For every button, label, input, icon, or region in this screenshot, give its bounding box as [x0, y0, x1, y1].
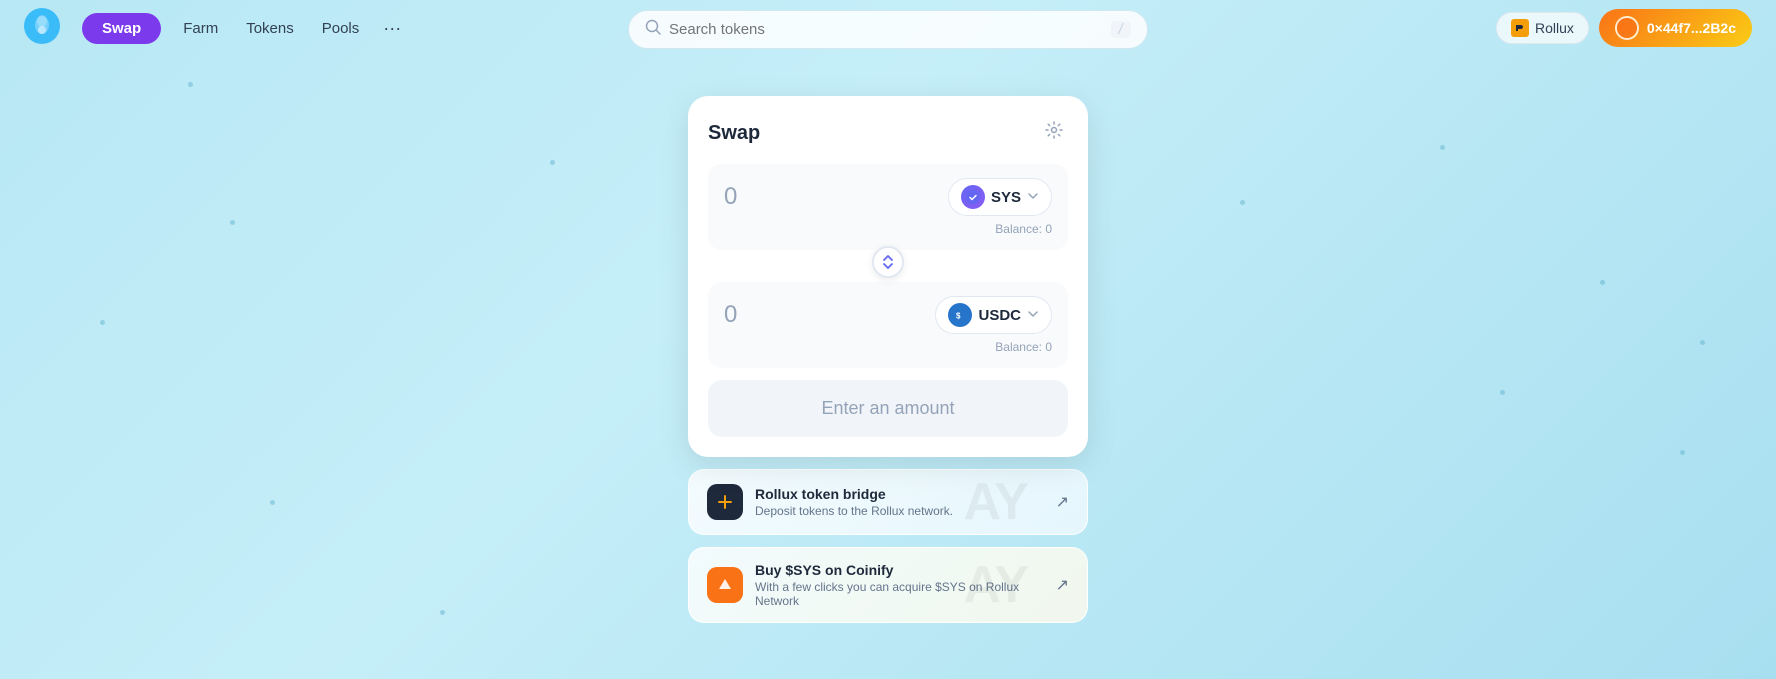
- search-bar: /: [628, 10, 1148, 49]
- swap-direction-button[interactable]: [872, 246, 904, 278]
- more-nav-button[interactable]: ···: [373, 11, 411, 46]
- from-token-label: SYS: [991, 189, 1021, 206]
- swap-card-header: Swap: [708, 116, 1068, 150]
- search-icon: [645, 19, 661, 40]
- rollux-network-label: Rollux: [1535, 20, 1574, 36]
- to-token-box: 0 $ USDC B: [708, 282, 1068, 368]
- from-balance: Balance: 0: [724, 222, 1052, 236]
- bridge-card-arrow-icon: ↗: [1056, 492, 1069, 512]
- search-slash: /: [1111, 21, 1131, 38]
- from-token-chevron-icon: [1027, 189, 1039, 205]
- usdc-token-icon: $: [948, 303, 972, 327]
- bridge-card-left: Rollux token bridge Deposit tokens to th…: [707, 484, 953, 520]
- coinify-info-card[interactable]: AY Buy $SYS on Coinify With a few clicks…: [688, 547, 1088, 623]
- bridge-card-text: Rollux token bridge Deposit tokens to th…: [755, 486, 953, 518]
- wallet-avatar: [1615, 16, 1639, 40]
- tokens-nav-link[interactable]: Tokens: [232, 13, 308, 44]
- to-token-chevron-icon: [1027, 307, 1039, 323]
- wallet-address-label: 0×44f7...2B2c: [1647, 20, 1736, 36]
- from-token-selector[interactable]: SYS: [948, 178, 1052, 216]
- logo[interactable]: [24, 8, 72, 49]
- svg-text:$: $: [956, 312, 961, 321]
- bridge-card-icon: [707, 484, 743, 520]
- bridge-card-title: Rollux token bridge: [755, 486, 953, 502]
- nav-right: Rollux 0×44f7...2B2c: [1496, 9, 1752, 47]
- bridge-info-card[interactable]: AY Rollux token bridge Deposit tokens to…: [688, 469, 1088, 535]
- to-token-selector[interactable]: $ USDC: [935, 296, 1052, 334]
- search-input[interactable]: [669, 21, 1103, 38]
- wallet-button[interactable]: 0×44f7...2B2c: [1599, 9, 1752, 47]
- search-container: /: [628, 10, 1148, 49]
- sys-token-icon: [961, 185, 985, 209]
- coinify-card-desc: With a few clicks you can acquire $SYS o…: [755, 580, 1056, 608]
- coinify-card-left: Buy $SYS on Coinify With a few clicks yo…: [707, 562, 1056, 608]
- pools-nav-link[interactable]: Pools: [308, 13, 374, 44]
- to-amount[interactable]: 0: [724, 301, 737, 329]
- from-amount[interactable]: 0: [724, 183, 737, 211]
- from-token-box-top: 0: [724, 178, 1052, 216]
- swap-card-title: Swap: [708, 122, 760, 145]
- navbar: Swap Farm Tokens Pools ··· / Roll: [0, 0, 1776, 56]
- from-token-box: 0: [708, 164, 1068, 250]
- bridge-bg-text: AY: [964, 472, 1027, 532]
- swap-card: Swap 0: [688, 96, 1088, 457]
- to-token-box-top: 0 $ USDC: [724, 296, 1052, 334]
- enter-amount-button: Enter an amount: [708, 380, 1068, 437]
- coinify-card-icon: [707, 567, 743, 603]
- swap-divider: [708, 250, 1068, 278]
- rollux-network-icon: [1511, 19, 1529, 37]
- bridge-card-desc: Deposit tokens to the Rollux network.: [755, 504, 953, 518]
- settings-button[interactable]: [1040, 116, 1068, 150]
- rollux-network-badge[interactable]: Rollux: [1496, 12, 1589, 44]
- to-token-label: USDC: [978, 307, 1021, 324]
- coinify-card-text: Buy $SYS on Coinify With a few clicks yo…: [755, 562, 1056, 608]
- farm-nav-link[interactable]: Farm: [169, 13, 232, 44]
- swap-nav-button[interactable]: Swap: [82, 13, 161, 44]
- to-balance: Balance: 0: [724, 340, 1052, 354]
- main-content: Swap 0: [0, 56, 1776, 623]
- coinify-card-title: Buy $SYS on Coinify: [755, 562, 1056, 578]
- coinify-card-arrow-icon: ↗: [1056, 575, 1069, 595]
